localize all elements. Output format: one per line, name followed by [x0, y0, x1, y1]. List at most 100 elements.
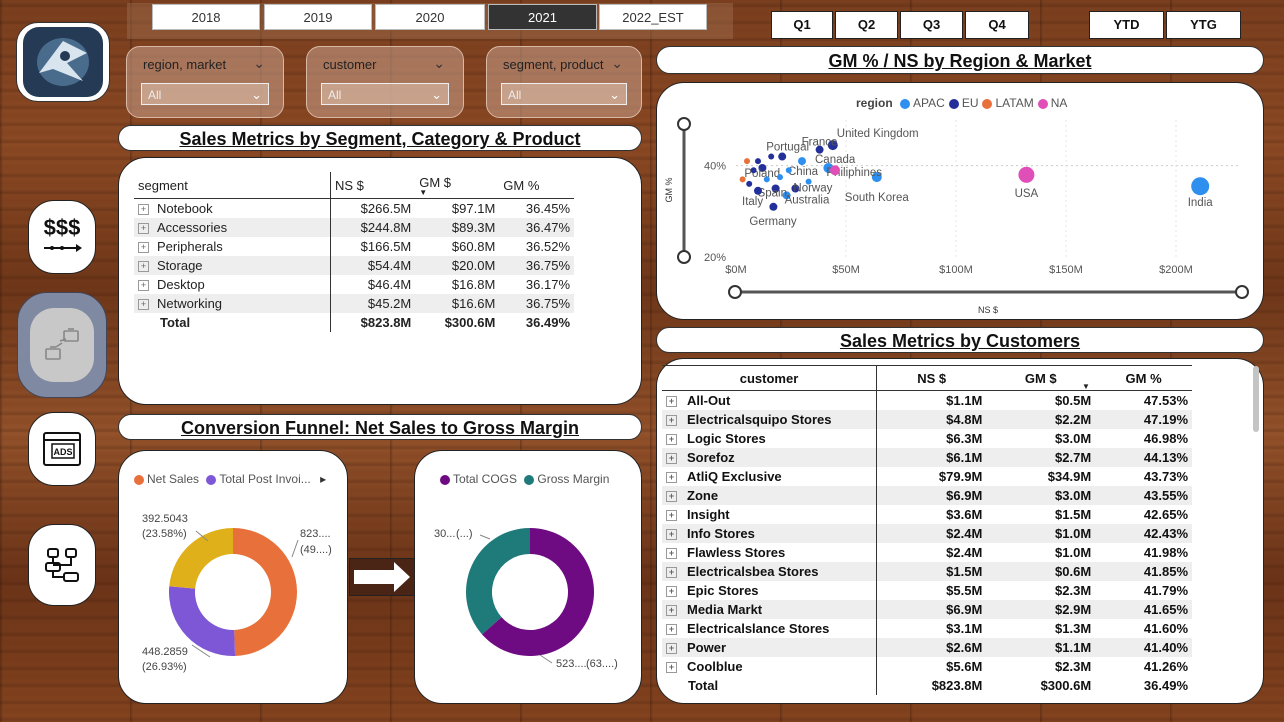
table-row[interactable]: + Sorefoz $6.1M $2.7M 44.13% [662, 448, 1192, 467]
quarter-q2-button[interactable]: Q2 [835, 11, 898, 39]
expand-icon[interactable]: + [666, 529, 677, 541]
segment-product-slicer[interactable]: segment, product ⌄ All ⌄ [486, 46, 642, 118]
region-market-dropdown[interactable]: All ⌄ [141, 83, 269, 105]
chevron-down-icon[interactable]: ⌄ [253, 55, 265, 72]
table-row[interactable]: + Electricalslance Stores $3.1M $1.3M 41.60% [662, 619, 1192, 638]
scatter-point[interactable] [805, 178, 812, 185]
scatter-point[interactable] [763, 176, 770, 183]
scatter-point-italy[interactable] [754, 186, 762, 195]
table-scrollbar[interactable] [1253, 366, 1259, 432]
scatter-point-india[interactable] [1191, 177, 1210, 196]
table-row[interactable]: + Flawless Stores $2.4M $1.0M 41.98% [662, 543, 1192, 562]
expand-icon[interactable]: + [666, 453, 677, 465]
legend-label[interactable]: LATAM [995, 96, 1033, 110]
table-row[interactable]: + All-Out $1.1M $0.5M 47.53% [662, 390, 1192, 410]
expand-icon[interactable]: + [138, 299, 149, 311]
quarter-q1-button[interactable]: Q1 [771, 11, 833, 39]
nav-marketing-button[interactable]: ADS [28, 412, 96, 486]
table-row[interactable]: + Epic Stores $5.5M $2.3M 41.79% [662, 581, 1192, 600]
expand-icon[interactable]: + [138, 204, 149, 216]
table-row[interactable]: + Peripherals $166.5M $60.8M 36.52% [134, 237, 574, 256]
scatter-point-portugal[interactable] [778, 152, 787, 161]
scatter-point[interactable] [750, 167, 757, 174]
year-2019-button[interactable]: 2019 [264, 4, 372, 30]
scatter-point[interactable] [785, 167, 792, 174]
segment-product-dropdown[interactable]: All ⌄ [501, 83, 627, 105]
table-row[interactable]: + Notebook $266.5M $97.1M 36.45% [134, 198, 574, 218]
expand-icon[interactable]: + [666, 624, 677, 636]
quarter-q3-button[interactable]: Q3 [900, 11, 963, 39]
expand-icon[interactable]: + [666, 396, 677, 408]
table-row[interactable]: + Coolblue $5.6M $2.3M 41.26% [662, 657, 1192, 676]
expand-icon[interactable]: + [666, 510, 677, 522]
customer-dropdown[interactable]: All ⌄ [321, 83, 449, 105]
legend-label[interactable]: EU [962, 96, 979, 110]
net-sales-slice[interactable] [233, 528, 297, 656]
table-row[interactable]: + Logic Stores $6.3M $3.0M 46.98% [662, 429, 1192, 448]
column-header[interactable]: GM $ ▼ [415, 172, 500, 199]
expand-icon[interactable]: + [666, 643, 677, 655]
column-header[interactable]: NS $ [876, 365, 987, 391]
column-header[interactable]: GM % [499, 172, 574, 199]
scatter-point-usa[interactable] [1018, 166, 1035, 183]
nav-finance-button[interactable]: $$$ [28, 200, 96, 274]
table-row[interactable]: + Media Markt $6.9M $2.9M 41.65% [662, 600, 1192, 619]
slider-handle[interactable] [677, 250, 691, 264]
expand-icon[interactable]: + [666, 491, 677, 503]
nav-supply-chain-button[interactable] [17, 292, 107, 398]
customer-slicer[interactable]: customer ⌄ All ⌄ [306, 46, 464, 118]
expand-icon[interactable]: + [138, 261, 149, 273]
expand-icon[interactable]: + [666, 662, 677, 674]
table-row[interactable]: + Zone $6.9M $3.0M 43.55% [662, 486, 1192, 505]
ytd-button[interactable]: YTD [1089, 11, 1164, 39]
gross-margin-slice[interactable] [466, 528, 530, 635]
year-2022_est-button[interactable]: 2022_EST [599, 4, 707, 30]
table-row[interactable]: + Desktop $46.4M $16.8M 36.17% [134, 275, 574, 294]
table-row[interactable]: + Power $2.6M $1.1M 41.40% [662, 638, 1192, 657]
scatter-point-germany[interactable] [769, 202, 778, 211]
expand-icon[interactable]: + [666, 415, 677, 427]
scatter-point[interactable] [739, 176, 746, 183]
column-header[interactable]: NS $ [330, 172, 416, 199]
table-row[interactable]: + Electricalsquipo Stores $4.8M $2.2M 47.19% [662, 410, 1192, 429]
nav-operations-button[interactable] [28, 524, 96, 606]
scatter-point[interactable] [744, 158, 750, 165]
expand-icon[interactable]: + [666, 548, 677, 560]
legend-label[interactable]: NA [1051, 96, 1068, 110]
expand-icon[interactable]: + [138, 280, 149, 292]
year-2020-button[interactable]: 2020 [375, 4, 485, 30]
expand-icon[interactable]: + [666, 567, 677, 579]
table-row[interactable]: + AtliQ Exclusive $79.9M $34.9M 43.73% [662, 467, 1192, 486]
slider-handle[interactable] [677, 117, 691, 131]
expand-icon[interactable]: + [138, 223, 149, 235]
scatter-point-china[interactable] [798, 157, 806, 166]
slider-handle[interactable] [728, 285, 742, 299]
table-row[interactable]: + Accessories $244.8M $89.3M 36.47% [134, 218, 574, 237]
expand-icon[interactable]: + [666, 472, 677, 484]
scatter-point[interactable] [777, 174, 783, 181]
region-market-slicer[interactable]: region, market ⌄ All ⌄ [126, 46, 284, 118]
scatter-point[interactable] [755, 158, 761, 165]
chevron-down-icon[interactable]: ⌄ [433, 55, 445, 72]
expand-icon[interactable]: + [138, 242, 149, 254]
column-header[interactable]: customer [662, 365, 877, 391]
scatter-point[interactable] [746, 180, 753, 187]
ytg-button[interactable]: YTG [1166, 11, 1241, 39]
scatter-point[interactable] [768, 153, 775, 160]
column-header[interactable]: GM $ [986, 365, 1096, 391]
year-2018-button[interactable]: 2018 [152, 4, 260, 30]
slider-handle[interactable] [1235, 285, 1249, 299]
quarter-q4-button[interactable]: Q4 [965, 11, 1029, 39]
scatter-point-canada[interactable] [830, 165, 840, 176]
column-header[interactable]: GM % [1095, 365, 1192, 391]
expand-icon[interactable]: + [666, 605, 677, 617]
column-header[interactable]: segment [134, 172, 331, 199]
table-row[interactable]: + Info Stores $2.4M $1.0M 42.43% [662, 524, 1192, 543]
table-row[interactable]: + Networking $45.2M $16.6M 36.75% [134, 294, 574, 313]
expand-icon[interactable]: + [666, 434, 677, 446]
table-row[interactable]: + Insight $3.6M $1.5M 42.65% [662, 505, 1192, 524]
legend-next-icon[interactable]: ▸ [320, 472, 326, 486]
expand-icon[interactable]: + [666, 586, 677, 598]
legend-label[interactable]: APAC [913, 96, 945, 110]
year-2021-button[interactable]: 2021 [488, 4, 597, 30]
